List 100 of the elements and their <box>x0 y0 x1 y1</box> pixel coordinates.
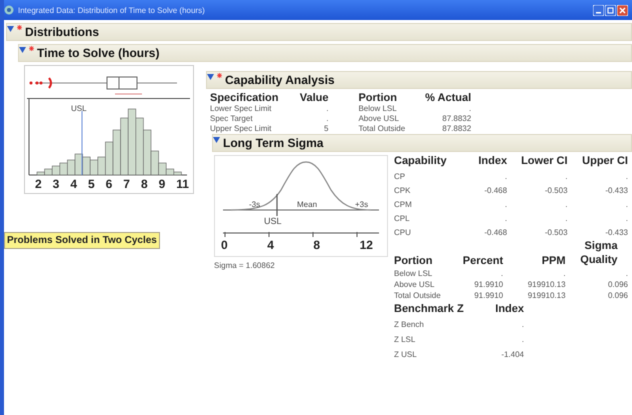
axis-label: 4 <box>70 177 77 191</box>
table-cell-text: 5 <box>323 124 328 134</box>
section-header[interactable]: Time to Solve (hours) <box>18 44 632 62</box>
curve-label: +3s <box>355 200 368 209</box>
table-cell-text: . <box>504 200 508 209</box>
app-icon <box>4 5 14 15</box>
section-header[interactable]: Long Term Sigma <box>212 134 632 152</box>
table-cell: Total Outside <box>358 124 406 134</box>
column-header: Sigma Quality <box>579 239 618 267</box>
histogram-bar <box>120 118 128 176</box>
table-cell-text: -0.503 <box>544 186 568 195</box>
curve-label: -3s <box>249 200 260 209</box>
disclosure-icon[interactable] <box>213 137 220 143</box>
usl-label: USL <box>71 104 87 113</box>
table-cell-text: CPL <box>394 214 411 223</box>
axis-label: 11 <box>176 177 189 191</box>
column-header: PPM <box>540 255 566 267</box>
column-header: Index <box>477 155 508 167</box>
column-header: Specification <box>210 92 278 104</box>
axis-label: 7 <box>123 177 130 191</box>
table-cell-text: . <box>504 214 508 223</box>
histogram-bar <box>136 118 144 176</box>
sticky-note[interactable]: Problems Solved in Two Cycles <box>4 232 160 249</box>
table-cell-text: 0.096 <box>606 280 628 289</box>
sigma-text: Sigma = 1.60862 <box>214 261 276 270</box>
axis-label: 8 <box>140 177 148 191</box>
table-cell-text: 91.9910 <box>473 291 504 300</box>
table-cell-text: . <box>520 335 524 345</box>
disclosure-icon[interactable] <box>207 74 214 80</box>
column-header: Benchmark Z <box>394 303 465 315</box>
table-cell-text: . <box>500 269 504 278</box>
table-cell-text: . <box>624 200 628 209</box>
table-cell-text: 0.096 <box>606 291 628 300</box>
table-cell-text: . <box>624 269 628 278</box>
table-cell-text: 919910.13 <box>526 291 566 300</box>
table-cell-text: 91.9910 <box>473 280 504 289</box>
histogram-bar <box>67 160 76 176</box>
column-header: Portion <box>394 255 434 267</box>
table-cell-text: 87.8832 <box>441 124 472 134</box>
window-title: Integrated Data: Distribution of Time to Solve (hours) <box>18 6 206 14</box>
column-header: Capability <box>394 155 447 167</box>
histogram-bar <box>90 160 98 176</box>
table-cell-text: Below LSL <box>394 269 434 278</box>
table-cell-text: -0.468 <box>483 186 508 195</box>
table-cell: Total Outside <box>394 291 441 300</box>
histogram-bar <box>128 108 136 176</box>
column-header: Percent <box>462 255 504 267</box>
section-title: Time to Solve (hours) <box>37 46 160 60</box>
table-cell-text: . <box>564 214 568 223</box>
section-header[interactable]: Distributions <box>6 23 632 41</box>
table-cell-text: . <box>504 172 508 181</box>
table-cell-text: . <box>624 214 628 223</box>
column-header: Lower CI <box>520 155 568 167</box>
table-cell-text: Z Bench <box>394 320 425 330</box>
table-cell-text: -1.404 <box>500 350 524 360</box>
disclosure-icon[interactable] <box>7 26 14 32</box>
asterisk-icon[interactable] <box>29 46 34 51</box>
axis-label: 9 <box>158 177 166 191</box>
table-cell-text: -0.433 <box>604 228 628 237</box>
minimize-icon[interactable] <box>593 4 604 16</box>
table-cell-text: 87.8832 <box>441 114 472 124</box>
table-cell-text: . <box>468 104 472 114</box>
usl-label: USL <box>264 216 282 226</box>
axis-label: 3 <box>52 177 60 191</box>
table-cell-text: Upper Spec Limit <box>210 124 272 134</box>
histogram-bar <box>60 162 68 176</box>
curve-label: Mean <box>297 200 318 209</box>
table-cell-text: Lower Spec Limit <box>210 104 272 114</box>
table-cell-text: CP <box>394 172 406 181</box>
axis-label: 2 <box>35 177 42 191</box>
disclosure-icon[interactable] <box>19 47 26 53</box>
table-cell-text: . <box>562 269 566 278</box>
asterisk-icon[interactable] <box>17 25 22 30</box>
table-cell-text: CPM <box>394 200 413 209</box>
histogram-bar <box>82 156 90 176</box>
axis-label: 8 <box>313 238 320 252</box>
table-cell-text: CPU <box>394 228 412 237</box>
section-title: Distributions <box>25 25 99 39</box>
maximize-icon[interactable] <box>605 4 616 16</box>
axis-label: 5 <box>88 177 95 191</box>
table-cell-text: 919910.13 <box>526 280 566 289</box>
table-cell-text: Above USL <box>394 280 436 289</box>
table-cell-text: Z LSL <box>394 335 416 345</box>
axis-label: 6 <box>106 177 112 191</box>
histogram-bar <box>52 166 60 176</box>
table-cell-text: -0.433 <box>604 186 628 195</box>
table-cell-text: Z USL <box>394 350 418 360</box>
asterisk-icon[interactable] <box>217 73 222 78</box>
axis-label: 0 <box>221 238 228 252</box>
table-cell-text: . <box>624 172 628 181</box>
table-cell-text: Above USL <box>358 114 400 124</box>
column-header: Upper CI <box>581 155 628 167</box>
histogram-bar <box>112 130 121 176</box>
table-cell-text: -0.503 <box>544 228 568 237</box>
column-header: Index <box>494 303 524 315</box>
section-header[interactable]: Capability Analysis <box>206 71 632 89</box>
table-cell-text: . <box>520 320 524 330</box>
table-cell-text: Spec Target <box>210 114 254 124</box>
close-icon[interactable] <box>617 4 628 16</box>
table-cell-text: . <box>325 104 328 114</box>
